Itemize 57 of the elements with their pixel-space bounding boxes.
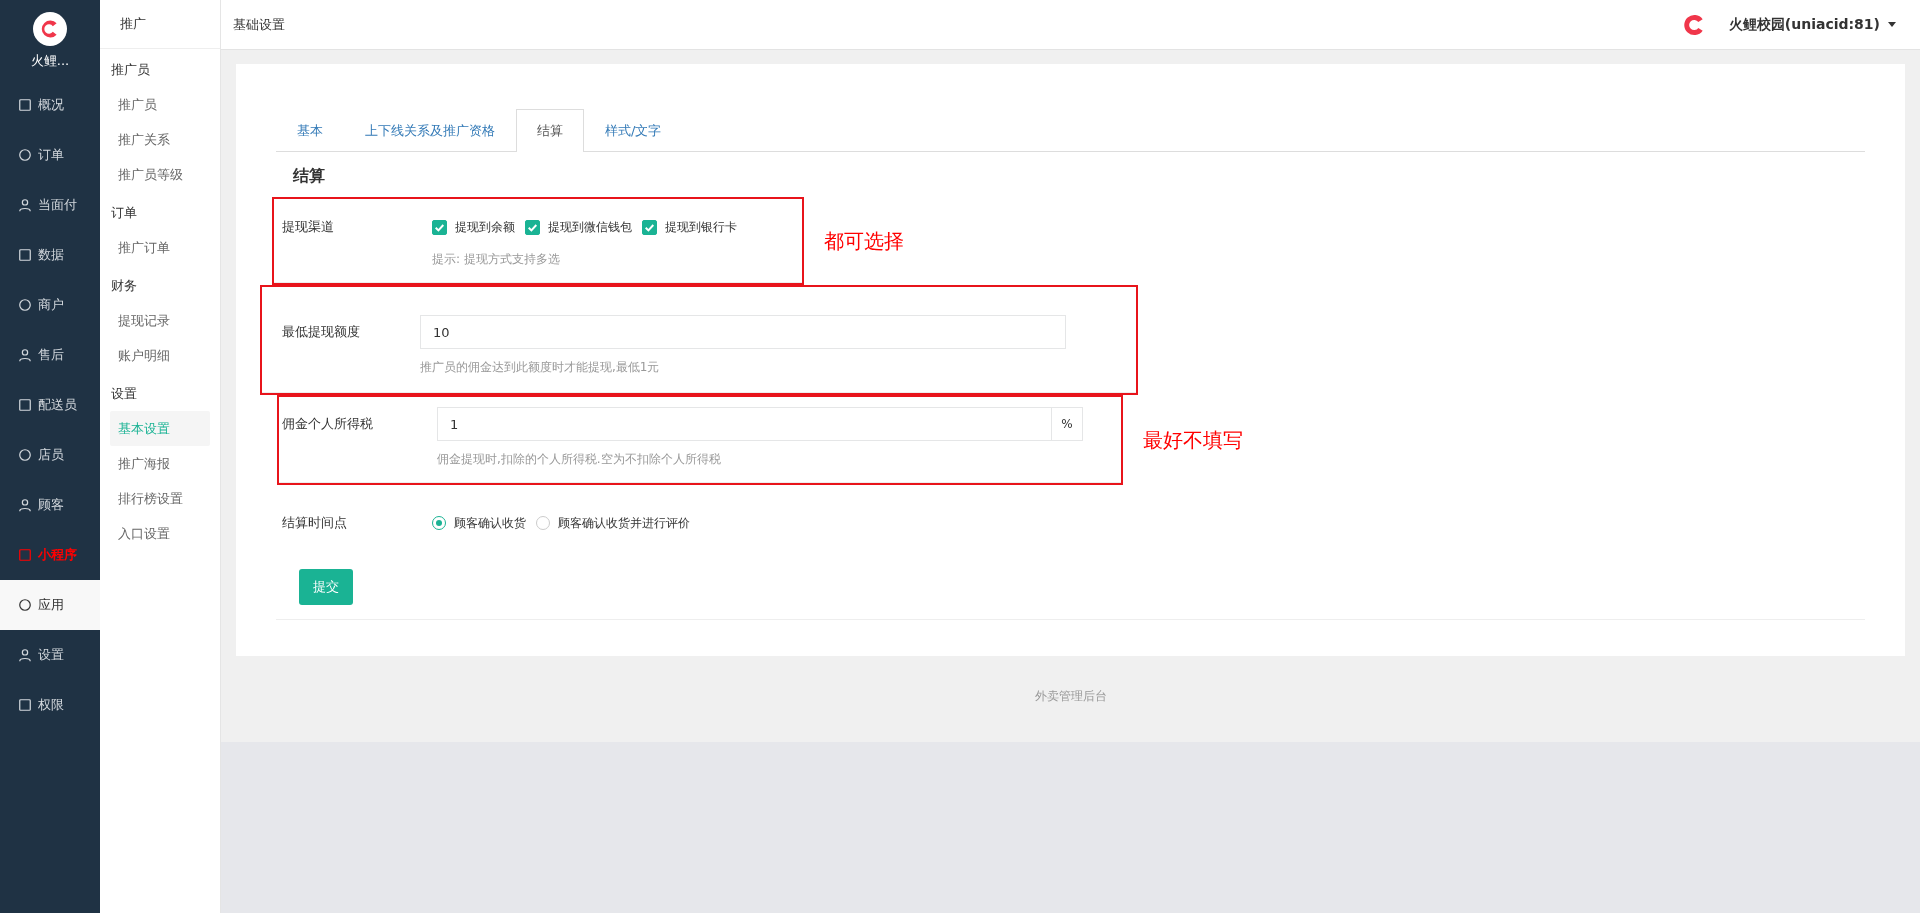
radio-label: 顾客确认收货并进行评价	[558, 514, 690, 532]
nav-item[interactable]: 商户	[0, 280, 100, 330]
logo-icon	[33, 12, 67, 46]
tab[interactable]: 样式/文字	[584, 109, 683, 152]
submenu-group-label: 订单	[110, 204, 138, 222]
nav-item[interactable]: 顾客	[0, 480, 100, 530]
checkbox[interactable]	[642, 219, 657, 235]
checkbox[interactable]	[525, 219, 540, 235]
nav-item[interactable]: 当面付	[0, 180, 100, 230]
nav-item[interactable]: 配送员	[0, 380, 100, 430]
brand-name: 火鲤...	[30, 52, 70, 70]
submenu-item[interactable]: 推广关系	[110, 122, 210, 157]
submenu-title: 推广	[100, 0, 220, 49]
submenu-item[interactable]: 推广海报	[110, 446, 210, 481]
tab[interactable]: 上下线关系及推广资格	[344, 109, 516, 152]
submenu-group-label: 推广员	[110, 61, 151, 79]
submenu-item[interactable]: 入口设置	[110, 516, 210, 551]
tab[interactable]: 结算	[516, 109, 584, 152]
submenu-item[interactable]: 推广订单	[110, 230, 210, 265]
checkbox-label: 提现到银行卡	[665, 218, 737, 236]
submenu-item[interactable]: 提现记录	[110, 303, 210, 338]
radio-label: 顾客确认收货	[454, 514, 526, 532]
field-label: 最低提现额度	[281, 323, 361, 341]
caret-icon	[1888, 22, 1896, 27]
nav-item[interactable]: 订单	[0, 130, 100, 180]
submenu-item[interactable]: 排行榜设置	[110, 481, 210, 516]
nav-item[interactable]: 应用	[0, 580, 100, 630]
annotation-text: 都可选择	[824, 227, 904, 255]
annotation-text: 最好不填写	[1143, 426, 1243, 454]
input-field[interactable]: 10	[420, 315, 1066, 349]
nav-item[interactable]: 设置	[0, 630, 100, 680]
submenu-item[interactable]: 推广员	[110, 87, 210, 122]
help-text: 提示: 提现方式支持多选	[432, 251, 561, 268]
footer-text: 外卖管理后台	[1033, 688, 1108, 705]
nav-item[interactable]: 概况	[0, 80, 100, 130]
section-title: 结算	[292, 165, 326, 187]
field-label: 结算时间点	[281, 514, 348, 532]
nav-item[interactable]: 售后	[0, 330, 100, 380]
tab[interactable]: 基本	[276, 109, 344, 152]
submenu-group-label: 财务	[110, 277, 138, 295]
checkbox-label: 提现到余额	[455, 218, 515, 236]
nav-item[interactable]: 店员	[0, 430, 100, 480]
help-text: 佣金提现时,扣除的个人所得税.空为不扣除个人所得税	[437, 451, 722, 468]
nav-item[interactable]: 权限	[0, 680, 100, 730]
field-label: 佣金个人所得税	[281, 415, 374, 433]
account-menu[interactable]: 火鲤校园(uniacid:81)	[1728, 15, 1880, 34]
page-title: 基础设置	[233, 15, 285, 34]
input-field[interactable]: 1	[437, 407, 1052, 441]
nav-item[interactable]: 数据	[0, 230, 100, 280]
help-text: 推广员的佣金达到此额度时才能提现,最低1元	[420, 359, 661, 376]
submenu-item[interactable]: 账户明细	[110, 338, 210, 373]
submenu-group-label: 设置	[110, 385, 138, 403]
field-label: 提现渠道	[281, 218, 335, 236]
submenu-item[interactable]: 推广员等级	[110, 157, 210, 192]
checkbox-label: 提现到微信钱包	[548, 218, 632, 236]
checkbox[interactable]	[432, 219, 447, 235]
unit-addon: %	[1052, 407, 1083, 441]
